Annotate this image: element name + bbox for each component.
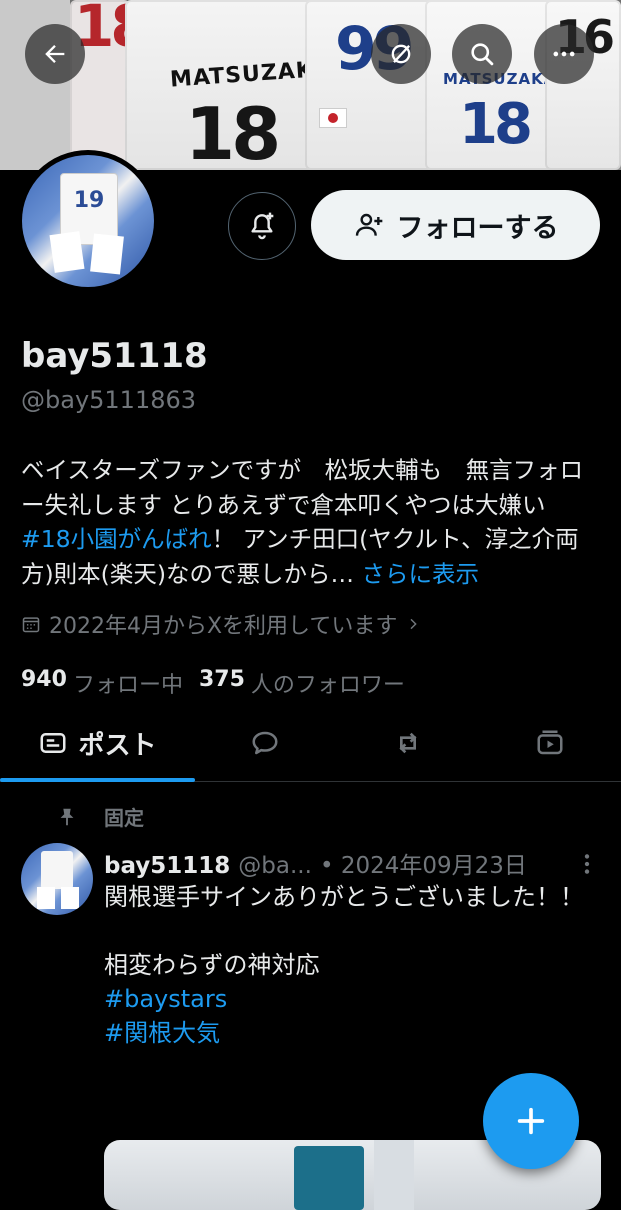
follow-stats: 940 フォロー中 375 人のフォロワー [21,667,405,699]
post-header: bay51118 @ba... • 2024年09月23日 [104,846,527,880]
post-text: 関根選手サインありがとうございました！！ 相変わらずの神対応 #baystars… [104,880,604,1050]
profile-banner[interactable]: 18 MATSUZAKA 18 99 MATSUZAKA 18 16 [0,0,621,170]
followers-label[interactable]: 人のフォロワー [251,667,405,699]
joined-row[interactable]: 2022年4月からXを利用しています [21,608,421,640]
joined-text: 2022年4月からXを利用しています [49,614,398,639]
arrow-left-icon [45,45,65,63]
follow-button[interactable]: フォローする [311,190,600,260]
avatar-image: 19 [22,155,154,287]
active-tab-indicator [0,778,195,782]
notify-button[interactable] [228,192,296,260]
post-date: • 2024年09月23日 [319,853,527,879]
pin-icon [60,808,74,825]
bio-hashtag[interactable]: #18小園がんばれ [21,525,212,553]
tab-media[interactable] [510,705,590,781]
post-author-name[interactable]: bay51118 [104,853,230,879]
search-icon [471,43,494,66]
tab-posts[interactable]: ポスト [0,705,195,781]
pinned-label: 固定 [104,806,144,830]
bell-plus-icon [251,212,274,240]
media-icon [537,730,563,755]
post-avatar[interactable] [21,843,93,915]
more-button[interactable] [534,24,594,84]
pinned-indicator: 固定 [56,802,144,831]
post-more-button[interactable] [577,851,597,881]
display-name: bay51118 [21,336,208,376]
follow-label: フォローする [396,212,559,244]
more-vertical-icon [584,854,590,874]
followers-count[interactable]: 375 [199,667,245,699]
profile-bio: ベイスターズファンですが 松坂大輔も 無言フォロー失礼します とりあえずで倉本叩… [21,453,601,591]
tab-replies[interactable] [225,705,305,781]
search-button[interactable] [452,24,512,84]
compose-post-button[interactable] [483,1073,579,1169]
back-button[interactable] [25,24,85,84]
bio-text-1: ベイスターズファンですが 松坂大輔も 無言フォロー失礼します とりあえずで倉本叩… [21,456,584,519]
more-icon [553,51,575,57]
post-hashtag-baystars[interactable]: #baystars [104,985,227,1013]
profile-avatar[interactable]: 19 [17,150,159,292]
post-body-text: 関根選手サインありがとうございました！！ 相変わらずの神対応 [104,883,584,979]
calendar-icon [22,617,40,633]
repost-icon [399,732,417,754]
posts-icon [40,733,66,753]
tab-reposts[interactable] [368,705,448,781]
replies-icon [252,731,278,755]
user-handle: @bay5111863 [21,386,197,414]
show-more-link[interactable]: さらに表示 [361,560,479,588]
grok-button[interactable] [371,24,431,84]
tab-posts-label: ポスト [78,730,157,761]
person-add-icon [355,213,382,236]
following-count[interactable]: 940 [21,667,67,699]
plus-icon [517,1107,545,1135]
profile-tabs: ポスト [0,705,621,782]
chevron-right-icon [410,618,418,630]
post-hashtag-sekine[interactable]: #関根大気 [104,1019,220,1047]
following-label[interactable]: フォロー中 [73,667,183,699]
grok-icon [391,44,411,64]
post-author-handle[interactable]: @ba... [238,853,312,879]
